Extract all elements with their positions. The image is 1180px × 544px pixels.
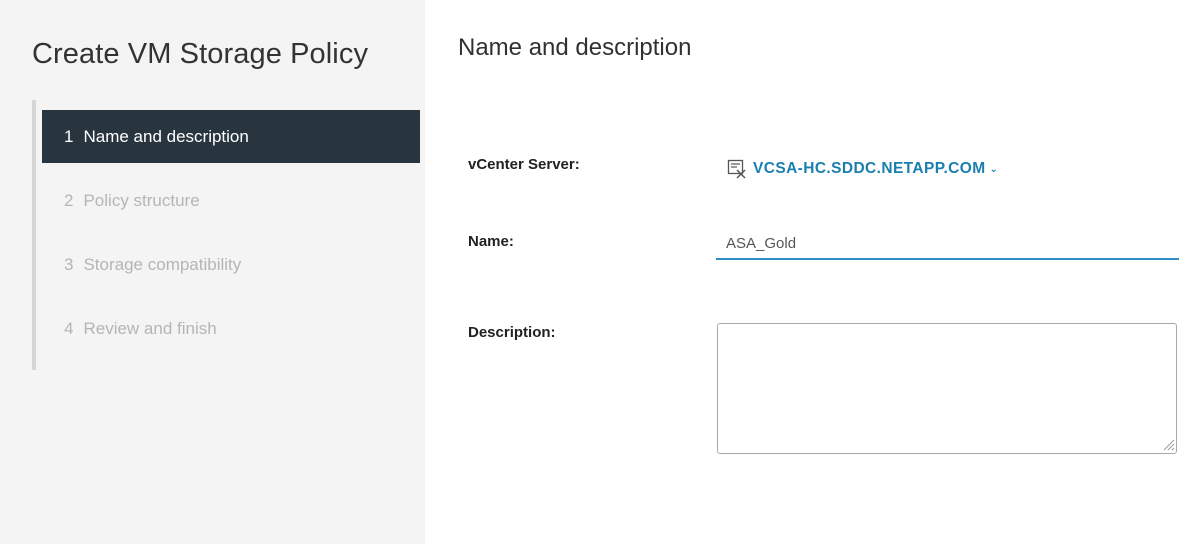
step-label: Policy structure	[83, 190, 200, 210]
step-label: Storage compatibility	[83, 254, 242, 274]
step-rail	[32, 100, 36, 370]
vcenter-server-label: vCenter Server:	[468, 156, 580, 173]
vcenter-server-icon	[727, 159, 747, 179]
description-textarea[interactable]	[717, 323, 1177, 454]
vcenter-server-value: VCSA-HC.SDDC.NETAPP.COM	[753, 160, 986, 177]
name-input[interactable]	[716, 228, 1179, 260]
wizard-title: Create VM Storage Policy	[32, 38, 369, 70]
step-review-and-finish[interactable]: 4 Review and finish	[42, 302, 420, 355]
wizard-steps-panel: Create VM Storage Policy 1 Name and desc…	[0, 0, 425, 544]
name-label: Name:	[468, 233, 514, 250]
step-number: 2	[64, 190, 74, 210]
create-vm-storage-policy-wizard: Create VM Storage Policy 1 Name and desc…	[0, 0, 1180, 544]
step-number: 1	[64, 126, 74, 146]
step-label: Review and finish	[83, 318, 217, 338]
chevron-down-icon: ⌄	[989, 163, 999, 175]
step-list: 1 Name and description 2 Policy structur…	[42, 110, 420, 366]
step-number: 4	[64, 318, 74, 338]
step-policy-structure[interactable]: 2 Policy structure	[42, 174, 420, 227]
page-title: Name and description	[458, 34, 692, 61]
step-storage-compatibility[interactable]: 3 Storage compatibility	[42, 238, 420, 291]
step-content: Name and description vCenter Server: VCS…	[425, 0, 1180, 544]
step-name-and-description[interactable]: 1 Name and description	[42, 110, 420, 163]
description-label: Description:	[468, 324, 556, 341]
step-label: Name and description	[83, 126, 249, 146]
vcenter-server-selector[interactable]: VCSA-HC.SDDC.NETAPP.COM ⌄	[727, 159, 998, 179]
resize-grip-icon[interactable]	[1162, 438, 1175, 451]
step-number: 3	[64, 254, 74, 274]
